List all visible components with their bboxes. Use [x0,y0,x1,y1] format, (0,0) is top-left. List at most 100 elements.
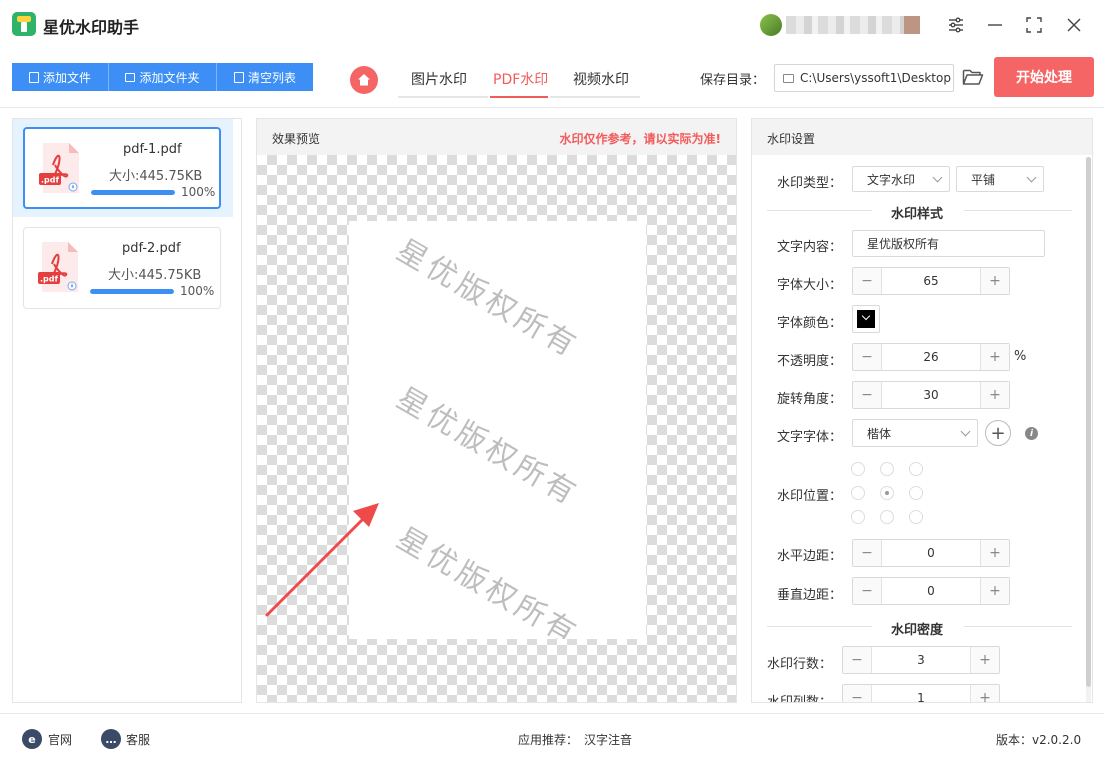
home-icon [358,74,370,86]
file-name: pdf-1.pdf [123,142,182,157]
title-bar: 星优水印助手 [0,0,1104,50]
rotation-value[interactable]: 30 [881,382,981,408]
font-color-picker[interactable] [852,305,880,333]
start-processing-button[interactable]: 开始处理 [994,57,1094,97]
save-path-input[interactable]: C:\Users\yssoft1\Desktop [774,64,954,92]
file-list-panel: .pdf pdf-1.pdf 大小:445.75KB 100% .pdf pdf… [12,118,242,703]
tab-underline-active [490,96,548,98]
file-card[interactable]: .pdf pdf-1.pdf 大小:445.75KB 100% [23,127,221,209]
decrement-button[interactable]: − [853,344,881,370]
opacity-stepper[interactable]: − 26 + [852,343,1010,371]
file-card[interactable]: .pdf pdf-2.pdf 大小:445.75KB 100% [23,227,221,309]
tab-image-watermark[interactable]: 图片水印 [411,69,467,89]
settings-header: 水印设置 [752,119,1092,155]
horizontal-margin-stepper[interactable]: − 0 + [852,539,1010,567]
file-list-item[interactable]: .pdf pdf-1.pdf 大小:445.75KB 100% [13,119,233,217]
user-avatar[interactable] [760,14,782,36]
chevron-down-icon [960,426,971,437]
increment-button[interactable]: + [981,268,1009,294]
recommend-label: 应用推荐： [518,733,579,747]
font-size-stepper[interactable]: − 65 + [852,267,1010,295]
user-name-blurred[interactable] [786,16,920,34]
file-list-item[interactable]: .pdf pdf-2.pdf 大小:445.75KB 100% [13,219,233,317]
decrement-button[interactable]: − [853,578,881,604]
recommend-app-link[interactable]: 汉字注音 [584,731,632,748]
app-title: 星优水印助手 [43,18,140,37]
position-bottom-right[interactable] [909,510,923,524]
website-icon[interactable]: e [22,729,42,749]
tab-pdf-watermark[interactable]: PDF水印 [493,69,548,89]
info-icon[interactable]: i [1025,427,1038,440]
decrement-button[interactable]: − [853,268,881,294]
columns-value[interactable]: 1 [871,685,971,702]
tab-video-watermark[interactable]: 视频水印 [573,69,629,89]
style-section-title: 水印样式 [891,207,944,222]
opacity-value[interactable]: 26 [881,344,981,370]
file-progress-bar [91,190,175,195]
vertical-margin-stepper[interactable]: − 0 + [852,577,1010,605]
add-folder-button[interactable]: 添加文件夹 [109,63,216,91]
maximize-icon[interactable] [1022,13,1046,37]
vertical-margin-value[interactable]: 0 [881,578,981,604]
increment-button[interactable]: + [971,647,999,673]
font-family-select[interactable]: 楷体 [852,419,978,447]
minimize-icon[interactable] [983,13,1007,37]
add-font-button[interactable]: + [985,420,1011,446]
settings-sliders-icon[interactable] [944,13,968,37]
save-path-value: C:\Users\yssoft1\Desktop [800,71,951,85]
scrollbar-thumb[interactable] [1086,157,1091,687]
increment-button[interactable]: + [981,382,1009,408]
decrement-button[interactable]: − [853,382,881,408]
font-family-label: 文字字体： [777,430,843,445]
position-bottom-center[interactable] [880,510,894,524]
decrement-button[interactable]: − [843,647,871,673]
tab-underline [550,96,640,98]
chat-icon[interactable]: … [101,729,121,749]
rotation-stepper[interactable]: − 30 + [852,381,1010,409]
settings-panel: 水印设置 水印类型： 文字水印 平铺 水印样式 文字内容： 星优版权所有 字体大… [751,118,1093,703]
file-progress-bar [90,289,174,294]
text-content-input[interactable]: 星优版权所有 [852,230,1045,257]
clear-list-label: 清空列表 [247,70,296,85]
font-size-value[interactable]: 65 [881,268,981,294]
support-link[interactable]: 客服 [126,731,150,748]
app-logo-icon [12,12,36,36]
home-button[interactable] [350,66,378,94]
rotation-label: 旋转角度： [777,392,843,407]
add-file-label: 添加文件 [42,70,91,85]
position-center[interactable] [880,486,894,500]
rows-value[interactable]: 3 [871,647,971,673]
horizontal-margin-value[interactable]: 0 [881,540,981,566]
position-top-left[interactable] [851,462,865,476]
rows-stepper[interactable]: − 3 + [842,646,1000,674]
increment-button[interactable]: + [981,540,1009,566]
layout-mode-select[interactable]: 平铺 [956,166,1044,192]
watermark-type-select[interactable]: 文字水印 [852,166,950,192]
add-folder-label: 添加文件夹 [139,70,200,85]
position-bottom-left[interactable] [851,510,865,524]
file-size: 大小:445.75KB [109,169,203,184]
increment-button[interactable]: + [981,578,1009,604]
browse-folder-icon[interactable] [962,67,984,87]
version-text: 版本：v2.0.2.0 [996,733,1082,747]
preview-note: 水印仅作参考，请以实际为准! [559,132,721,146]
close-icon[interactable] [1062,13,1086,37]
tab-underline [398,96,488,98]
settings-scrollbar[interactable] [1086,157,1091,702]
columns-stepper[interactable]: − 1 + [842,684,1000,702]
clear-list-button[interactable]: 清空列表 [217,63,313,91]
decrement-button[interactable]: − [853,540,881,566]
layout-mode-value: 平铺 [971,172,996,187]
position-top-right[interactable] [909,462,923,476]
website-link[interactable]: 官网 [48,731,72,748]
svg-text:.pdf: .pdf [40,275,58,284]
add-file-button[interactable]: 添加文件 [12,63,108,91]
position-top-center[interactable] [880,462,894,476]
decrement-button[interactable]: − [843,685,871,702]
position-middle-left[interactable] [851,486,865,500]
increment-button[interactable]: + [971,685,999,702]
svg-text:.pdf: .pdf [41,176,59,185]
increment-button[interactable]: + [981,344,1009,370]
preview-title: 效果预览 [272,132,321,146]
position-middle-right[interactable] [909,486,923,500]
